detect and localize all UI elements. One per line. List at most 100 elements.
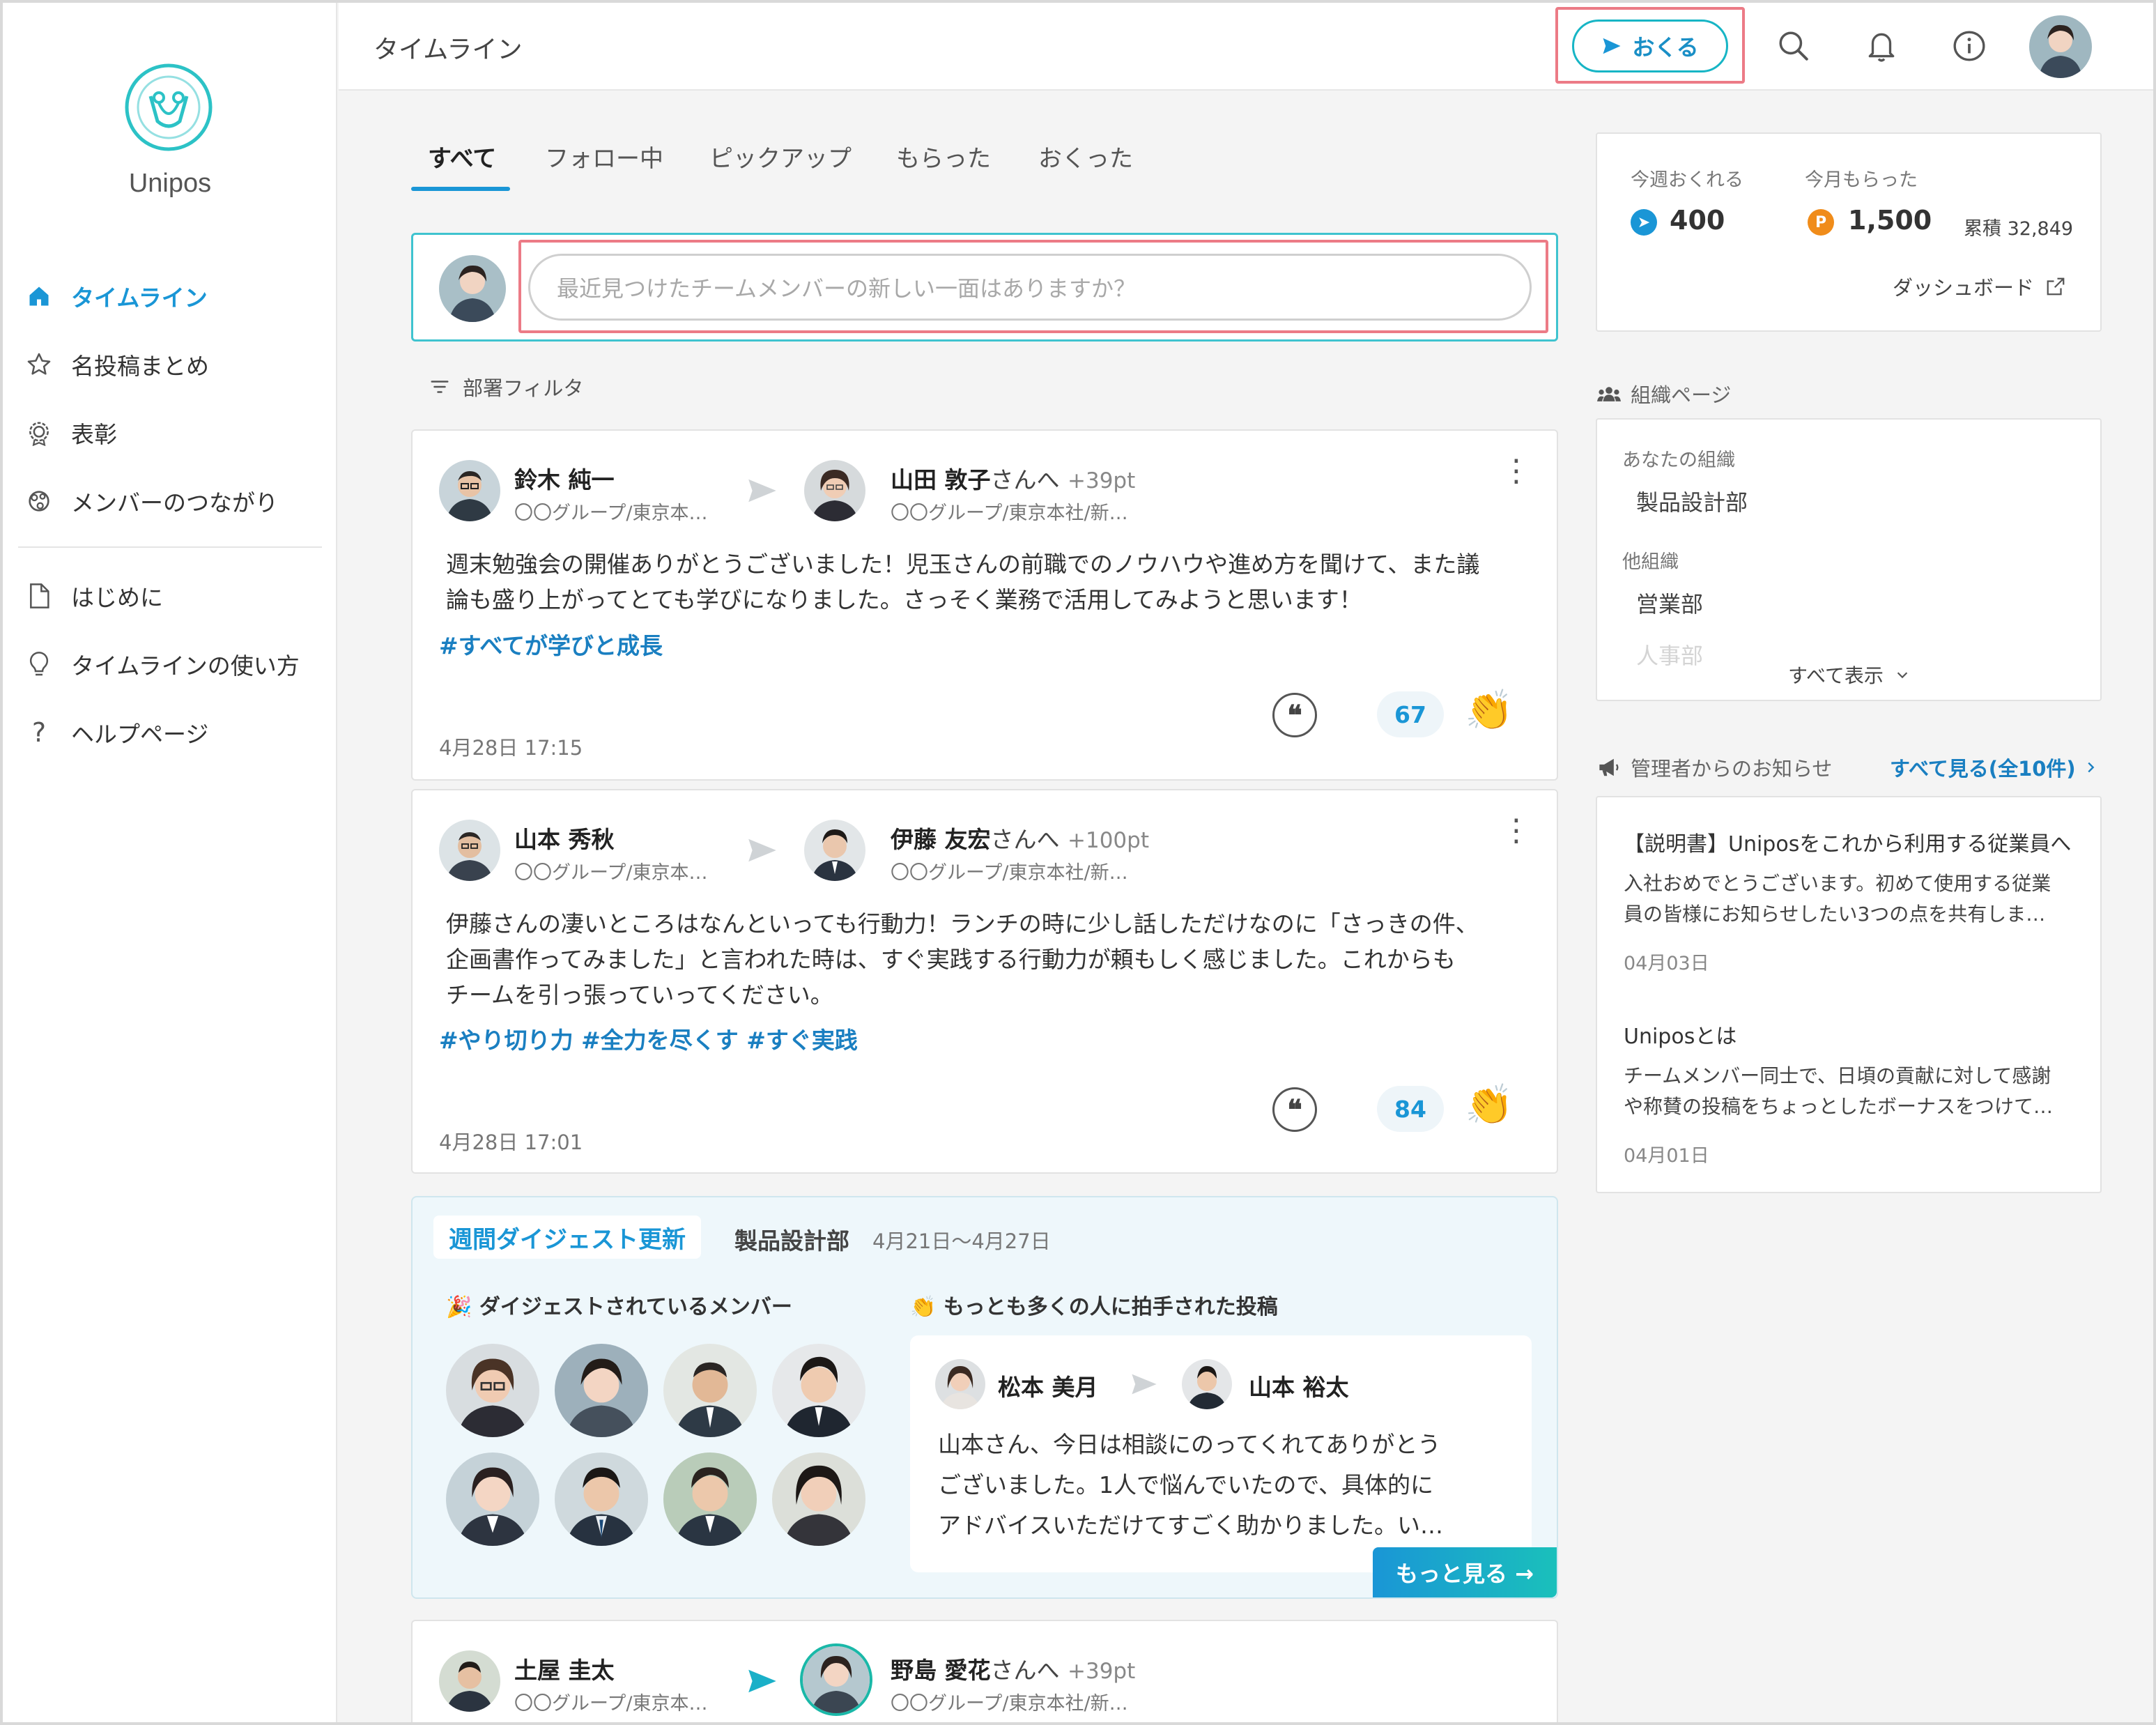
announcement-title[interactable]: Uniposとは <box>1624 1019 1737 1050</box>
receiver-name[interactable]: 野島 愛花さんへ +39pt <box>891 1652 1135 1685</box>
search-icon[interactable] <box>1774 26 1813 66</box>
receiver-avatar[interactable] <box>804 460 865 521</box>
digest-top-post-title: 👏 もっとも多くの人に拍手された投稿 <box>910 1289 1278 1320</box>
star-icon <box>24 349 54 380</box>
bell-icon[interactable] <box>1862 26 1901 66</box>
sender-name[interactable]: 鈴木 純一 <box>514 461 615 495</box>
clap-count[interactable]: 84 <box>1377 1086 1444 1132</box>
digest-member-avatar[interactable] <box>663 1344 757 1437</box>
tab-pickup[interactable]: ピックアップ <box>709 139 852 174</box>
show-all-orgs[interactable]: すべて表示 <box>1781 661 1917 689</box>
receiver-avatar[interactable] <box>1182 1359 1232 1409</box>
announcement-body: チームメンバー同士で、日頃の貢献に対して感謝 や称賛の投稿をちょっとしたボーナス… <box>1624 1061 2097 1122</box>
announcement-line: 入社おめでとうございます。初めて使用する従業 <box>1624 872 2051 895</box>
arrow-icon <box>1132 1374 1157 1395</box>
unipos-logo[interactable] <box>123 61 215 153</box>
tab-sent[interactable]: おくった <box>1038 139 1133 174</box>
top-post-title-text: もっとも多くの人に拍手された投稿 <box>943 1295 1278 1319</box>
receiver-name[interactable]: 伊藤 友宏さんへ +100pt <box>891 821 1149 854</box>
document-icon <box>24 581 54 611</box>
post-message: 伊藤さんの凄いところはなんといっても行動力！ランチの時に少し話しただけなのに「さ… <box>446 906 1479 1013</box>
points: +39pt <box>1068 1659 1136 1684</box>
sender-name[interactable]: 土屋 圭太 <box>514 1652 615 1685</box>
page-title: タイムライン <box>374 36 523 64</box>
receiver-org: 〇〇グループ/東京本社/新… <box>891 862 1128 884</box>
arrow-icon <box>748 1669 776 1693</box>
department-filter[interactable]: 部署フィルタ <box>429 372 583 401</box>
sidebar-item-connections[interactable]: メンバーのつながり <box>24 477 278 526</box>
send-button[interactable]: おくる <box>1572 20 1728 72</box>
dashboard-link[interactable]: ダッシュボード <box>1893 272 2066 301</box>
points: +39pt <box>1068 468 1136 493</box>
show-all-label: すべて表示 <box>1788 664 1884 687</box>
sender-name[interactable]: 山本 秀秋 <box>514 821 615 854</box>
receiver-name-text: 山田 敦子 <box>891 466 991 493</box>
sender-org: 〇〇グループ/東京本… <box>514 1693 708 1715</box>
sidebar-item-getting-started[interactable]: はじめに <box>24 572 163 620</box>
clap-icon[interactable]: 👏 <box>1465 687 1514 733</box>
message-line: 企画書作ってみました」と言われた時は、すぐ実践する行動力が頼もしく感じました。こ… <box>446 946 1456 973</box>
post-tags[interactable]: #すべてが学びと成長 <box>439 627 663 661</box>
quote-icon[interactable]: ❝ <box>1272 1087 1317 1132</box>
tab-following[interactable]: フォロー中 <box>545 139 663 174</box>
message-line: 伊藤さんの凄いところはなんといっても行動力！ランチの時に少し話しただけなのに「さ… <box>446 910 1479 937</box>
clap-icon[interactable]: 👏 <box>1465 1082 1514 1128</box>
top-post-sender[interactable]: 松本 美月 <box>998 1369 1098 1402</box>
receiver-name[interactable]: 山田 敦子さんへ +39pt <box>891 461 1135 495</box>
digest-member-avatar[interactable] <box>446 1344 539 1437</box>
sidebar-item-label: タイムラインの使い方 <box>71 652 300 680</box>
announcement-line: チームメンバー同士で、日頃の貢献に対して感謝 <box>1624 1064 2051 1087</box>
sender-avatar[interactable] <box>439 1650 500 1712</box>
receiver-suffix: さんへ <box>990 826 1060 853</box>
clap-count[interactable]: 67 <box>1377 691 1444 737</box>
sender-org: 〇〇グループ/東京本… <box>514 503 708 524</box>
post-tags[interactable]: #やり切り力 #全力を尽くす #すぐ実践 <box>439 1022 858 1055</box>
tab-underline <box>411 187 510 191</box>
sender-avatar[interactable] <box>439 820 500 881</box>
your-org-link[interactable]: 製品設計部 <box>1636 485 1748 517</box>
clap-emoji-icon: 👏 <box>910 1295 944 1319</box>
digest-member-avatar[interactable] <box>446 1452 539 1546</box>
announcement-body: 入社おめでとうございます。初めて使用する従業 員の皆様にお知らせしたい3つの点を… <box>1624 868 2097 930</box>
sidebar-divider <box>18 546 322 548</box>
sender-avatar[interactable] <box>935 1359 985 1409</box>
digest-range: 4月21日〜4月27日 <box>872 1229 1051 1253</box>
sidebar-item-timeline[interactable]: タイムライン <box>24 272 208 321</box>
more-menu-icon[interactable]: ⋮ <box>1501 815 1532 846</box>
see-all-announcements[interactable]: すべて見る(全10件) <box>1890 753 2098 782</box>
sidebar-item-awards[interactable]: 表彰 <box>24 408 117 457</box>
quote-icon[interactable]: ❝ <box>1272 693 1317 737</box>
tab-all[interactable]: すべて <box>428 139 496 174</box>
sender-avatar[interactable] <box>439 460 500 521</box>
digest-member-avatar[interactable] <box>663 1452 757 1546</box>
people-icon <box>1597 387 1621 401</box>
receiver-avatar[interactable] <box>800 1643 872 1716</box>
see-more-button[interactable]: もっと見る → <box>1373 1547 1557 1597</box>
send-icon <box>1603 38 1621 54</box>
logo-text: Unipos <box>128 169 212 198</box>
info-icon[interactable] <box>1950 26 1989 66</box>
digest-member-avatar[interactable] <box>772 1344 865 1437</box>
digest-member-avatar[interactable] <box>772 1452 865 1546</box>
announcement-title[interactable]: 【説明書】Uniposをこれから利用する従業員へ <box>1624 827 2071 857</box>
sidebar-item-help[interactable]: ? ヘルプページ <box>24 708 208 757</box>
receiver-avatar[interactable] <box>804 820 865 881</box>
post-message: 週末勉強会の開催ありがとうございました！児玉さんの前職でのノウハウや進め方を聞け… <box>446 546 1479 618</box>
sidebar-item-best-posts[interactable]: 名投稿まとめ <box>24 340 209 389</box>
more-menu-icon[interactable]: ⋮ <box>1501 456 1532 486</box>
tab-received[interactable]: もらった <box>896 139 991 174</box>
other-org-link-faded[interactable]: 人事部 <box>1636 638 1703 670</box>
sidebar-item-how-to[interactable]: タイムラインの使い方 <box>24 640 300 689</box>
dashboard-label: ダッシュボード <box>1893 276 2035 300</box>
app-window: Unipos タイムライン 名投稿まとめ 表彰 メンバーのつながり はじめに タ… <box>0 0 2156 1725</box>
top-post-receiver[interactable]: 山本 裕太 <box>1249 1369 1349 1402</box>
digest-member-avatar[interactable] <box>555 1452 648 1546</box>
filter-icon <box>431 381 449 393</box>
top-header: タイムライン おくる <box>339 3 2153 91</box>
message-line: 山本さん、今日は相談にのってくれてありがとう <box>938 1431 1441 1458</box>
composer-input[interactable]: 最近見つけたチームメンバーの新しい一面はありますか？ <box>528 254 1532 321</box>
user-avatar[interactable] <box>2029 15 2092 78</box>
arrow-icon <box>748 479 776 503</box>
other-org-link[interactable]: 営業部 <box>1636 587 1703 619</box>
digest-member-avatar[interactable] <box>555 1344 648 1437</box>
